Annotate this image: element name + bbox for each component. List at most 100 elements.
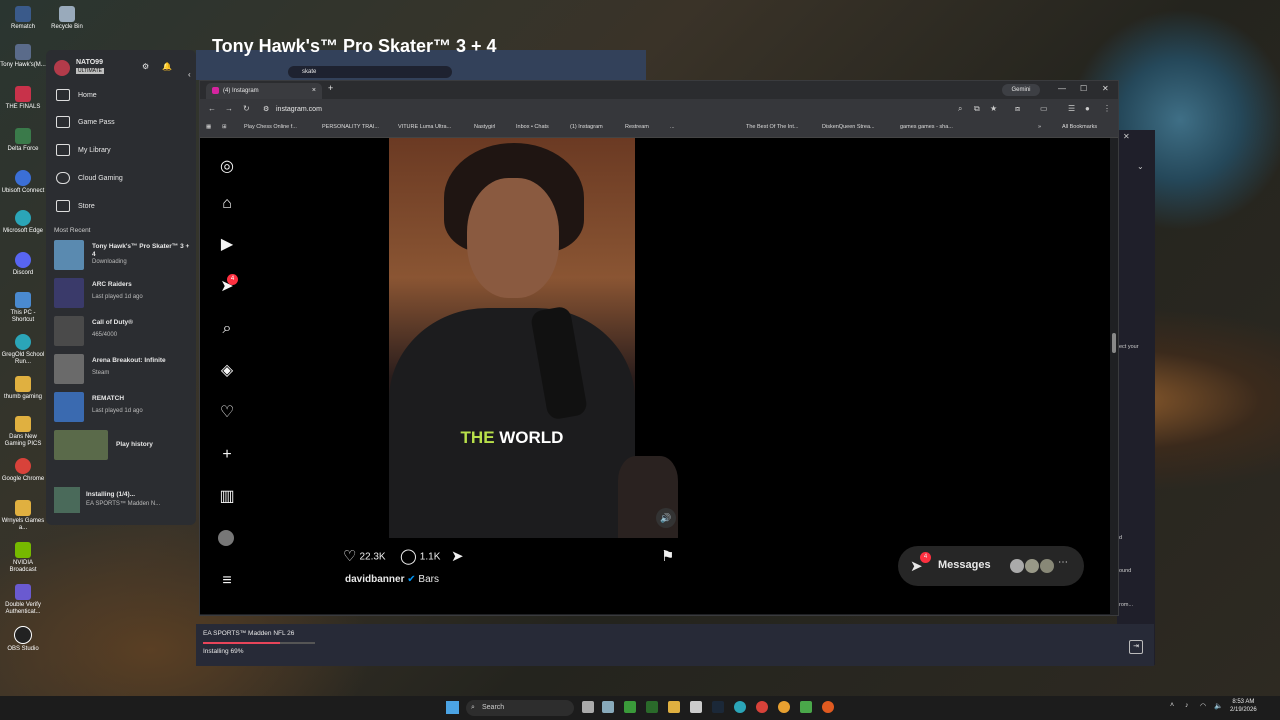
nav-my-library[interactable]: My Library bbox=[56, 141, 186, 161]
like-button[interactable]: ♡ 22.3K bbox=[343, 548, 386, 567]
create-plus-icon[interactable]: + bbox=[218, 446, 236, 464]
recent-item[interactable]: Call of Duty® 465/4000 bbox=[54, 316, 194, 346]
bookmark-item[interactable]: The Best Of The Int... bbox=[746, 124, 798, 130]
bookmark-item[interactable]: (1) Instagram bbox=[570, 124, 603, 130]
bookmark-item[interactable]: ... bbox=[670, 124, 675, 130]
notifications-heart-icon[interactable]: ♡ bbox=[218, 404, 236, 422]
extensions-icon[interactable]: ⧈ bbox=[1015, 104, 1020, 114]
bookmark-item[interactable]: DiskenQueen Strea... bbox=[822, 124, 875, 130]
firefox-icon[interactable] bbox=[822, 701, 834, 713]
clock[interactable]: 8:53 AM 2/19/2026 bbox=[1230, 698, 1257, 714]
task-view-icon[interactable] bbox=[582, 701, 594, 713]
bookmark-item[interactable]: PERSONALITY TRAI... bbox=[322, 124, 379, 130]
bookmark-star-icon[interactable]: ★ bbox=[990, 104, 997, 113]
desktop-icon-edge[interactable]: Microsoft Edge bbox=[0, 210, 46, 235]
desktop-icon-greg[interactable]: GregOld School Run... bbox=[0, 334, 46, 366]
back-icon[interactable]: ← bbox=[208, 104, 216, 113]
page-scrollbar[interactable] bbox=[1111, 138, 1117, 614]
collapse-chevron-icon[interactable]: ‹ bbox=[188, 70, 191, 79]
xbox-icon[interactable] bbox=[624, 701, 636, 713]
desktop-icon-this-pc[interactable]: This PC - Shortcut bbox=[0, 292, 46, 324]
scrollbar-thumb[interactable] bbox=[1112, 333, 1116, 353]
start-button[interactable] bbox=[446, 701, 459, 714]
friends-icon[interactable]: ⚙ bbox=[142, 62, 149, 71]
recent-item[interactable]: REMATCH Last played 1d ago bbox=[54, 392, 194, 422]
close-window-icon[interactable]: ✕ bbox=[1102, 84, 1109, 93]
window-close-icon[interactable]: ✕ bbox=[1123, 132, 1130, 141]
desktop-icon-obs[interactable]: OBS Studio bbox=[0, 626, 46, 653]
bookmark-item[interactable]: Play Chess Online f... bbox=[244, 124, 297, 130]
more-bookmarks-icon[interactable]: » bbox=[1038, 124, 1041, 130]
mic-icon[interactable]: ♪ bbox=[1185, 702, 1189, 709]
desktop-icon-thumb-gaming[interactable]: thumb gaming bbox=[0, 376, 46, 401]
profile[interactable]: NATO99 ULTIMATE ⚙ 🔔 bbox=[52, 58, 192, 78]
explore-icon[interactable]: ◈ bbox=[218, 362, 236, 380]
reels-icon[interactable]: ▶ bbox=[218, 236, 236, 254]
forward-icon[interactable]: → bbox=[225, 104, 233, 113]
tray-chevron-icon[interactable]: ˄ bbox=[1170, 702, 1174, 709]
installing-item[interactable]: Installing (1/4)... EA SPORTS™ Madden N.… bbox=[54, 487, 194, 515]
comment-button[interactable]: ◯ 1.1K bbox=[400, 548, 440, 567]
zoom-icon[interactable]: ⌕ bbox=[958, 104, 962, 114]
excel-icon[interactable] bbox=[800, 701, 812, 713]
desktop-icon-discord[interactable]: Discord bbox=[0, 252, 46, 277]
more-menu-icon[interactable]: ≡ bbox=[218, 572, 236, 590]
messages-button[interactable]: ➤ 4 Messages ⋯ bbox=[898, 546, 1084, 586]
nav-store[interactable]: Store bbox=[56, 197, 186, 217]
file-explorer-icon[interactable] bbox=[668, 701, 680, 713]
volume-icon[interactable]: 🔈 bbox=[1214, 702, 1223, 710]
store-icon[interactable] bbox=[690, 701, 702, 713]
play-history[interactable]: Play history bbox=[54, 430, 194, 460]
steam-icon[interactable] bbox=[712, 701, 724, 713]
edge-icon[interactable] bbox=[734, 701, 746, 713]
sound-icon[interactable]: 🔊 bbox=[656, 508, 676, 528]
close-tab-icon[interactable]: × bbox=[312, 83, 316, 99]
site-info-icon[interactable]: ⚙ bbox=[263, 103, 269, 117]
nav-game-pass[interactable]: Game Pass bbox=[56, 113, 186, 133]
sidebar-icon[interactable]: ▭ bbox=[1040, 104, 1048, 113]
grid-icon[interactable]: ⊞ bbox=[222, 124, 227, 130]
gemini-button[interactable]: Gemini bbox=[1002, 84, 1040, 96]
tab-instagram[interactable]: (4) Instagram × bbox=[206, 83, 322, 99]
recent-item[interactable]: ARC Raiders Last played 1d ago bbox=[54, 278, 194, 308]
url-input[interactable]: ⚙ instagram.com bbox=[260, 103, 976, 117]
xbox-search-input[interactable]: skate bbox=[288, 66, 452, 78]
install-app-icon[interactable]: ⧉ bbox=[974, 104, 980, 114]
recent-item[interactable]: Tony Hawk's™ Pro Skater™ 3 + 4 Downloadin… bbox=[54, 240, 194, 270]
tab-search-icon[interactable]: ☰ bbox=[1068, 104, 1075, 113]
desktop-icon-recycle-bin[interactable]: Recycle Bin bbox=[44, 6, 90, 31]
desktop-icon-nvidia[interactable]: NVIDIA Broadcast bbox=[0, 542, 46, 574]
desktop-icon-games[interactable]: Wrnyels Games a... bbox=[0, 500, 46, 532]
search-icon[interactable]: ⌕ bbox=[218, 320, 236, 338]
desktop-icon-gaming-pics[interactable]: Dans New Gaming PICS bbox=[0, 416, 46, 448]
download-status-bar[interactable]: EA SPORTS™ Madden NFL 26 Installing 69% … bbox=[196, 624, 1154, 666]
desktop-icon-chrome[interactable]: Google Chrome bbox=[0, 458, 46, 483]
bell-icon[interactable]: 🔔 bbox=[162, 62, 172, 71]
maximize-icon[interactable]: ☐ bbox=[1080, 84, 1087, 93]
share-button[interactable]: ➤ bbox=[451, 548, 467, 567]
apps-icon[interactable]: ▦ bbox=[206, 124, 211, 130]
reel-video[interactable]: THE WORLD 🔊 bbox=[336, 138, 688, 538]
all-bookmarks[interactable]: All Bookmarks bbox=[1062, 124, 1097, 130]
save-button[interactable]: ⚑ bbox=[661, 548, 677, 567]
chevron-down-icon[interactable]: ⌄ bbox=[1137, 162, 1144, 171]
bookmark-item[interactable]: Restream bbox=[625, 124, 649, 130]
nav-cloud-gaming[interactable]: Cloud Gaming bbox=[56, 169, 186, 189]
menu-icon[interactable]: ⋮ bbox=[1103, 104, 1111, 113]
new-tab-button[interactable]: + bbox=[328, 83, 333, 93]
chrome-canary-icon[interactable] bbox=[778, 701, 790, 713]
reload-icon[interactable]: ↻ bbox=[243, 104, 250, 113]
chrome-icon[interactable] bbox=[756, 701, 768, 713]
desktop-icon-delta-force[interactable]: Delta Force bbox=[0, 128, 46, 153]
desktop-icon-double-verify[interactable]: Double Verify Authenticat... bbox=[0, 584, 46, 616]
bookmark-item[interactable]: VITURE Luma Ultra... bbox=[398, 124, 451, 130]
profile-icon[interactable]: ● bbox=[1085, 104, 1090, 113]
home-icon[interactable]: ⌂ bbox=[218, 195, 236, 213]
username-link[interactable]: davidbanner bbox=[345, 574, 404, 585]
dashboard-icon[interactable]: ▥ bbox=[218, 488, 236, 506]
desktop-icon-rematch[interactable]: Rematch bbox=[0, 6, 46, 31]
nav-home[interactable]: Home bbox=[56, 86, 186, 106]
recent-item[interactable]: Arena Breakout: Infinite Steam bbox=[54, 354, 194, 384]
game-bar-icon[interactable] bbox=[646, 701, 658, 713]
taskbar-search[interactable]: ⌕ Search bbox=[466, 700, 574, 716]
